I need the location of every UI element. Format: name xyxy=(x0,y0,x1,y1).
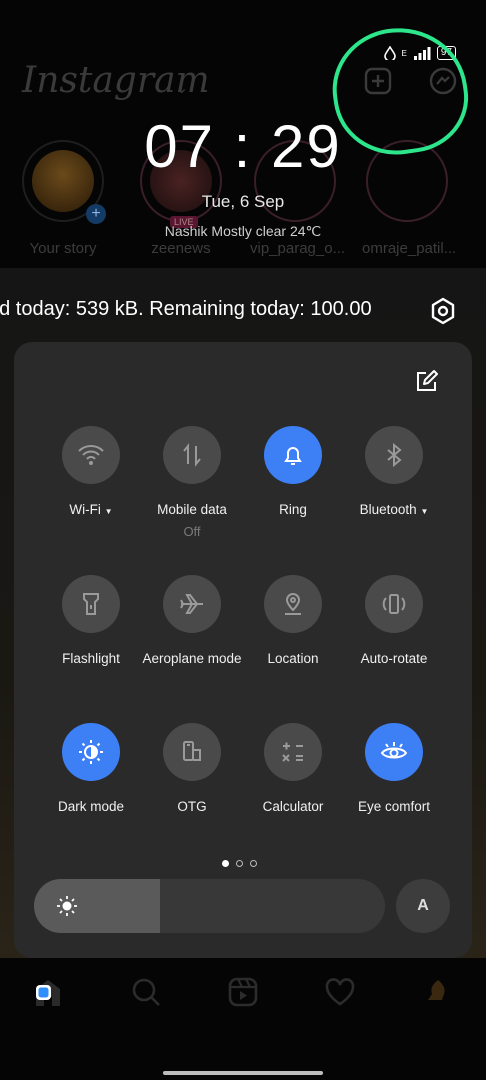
dropdown-caret-icon: ▼ xyxy=(104,507,113,516)
airplane-icon xyxy=(163,575,221,633)
tile-bluetooth[interactable]: Bluetooth ▼ xyxy=(339,426,449,520)
story-label: omraje_patil... xyxy=(362,240,457,257)
tile-calculator[interactable]: Calculator xyxy=(238,723,348,815)
tile-auto-rotate[interactable]: Auto-rotate xyxy=(339,575,449,667)
wifi-icon xyxy=(62,426,120,484)
tile-label: Flashlight xyxy=(62,651,120,666)
data-usage-text: ed today: 539 kB. Remaining today: 100.0… xyxy=(0,298,372,320)
tile-label: Aeroplane mode xyxy=(142,651,242,666)
tile-otg[interactable]: OTG xyxy=(137,723,247,815)
eye-icon xyxy=(365,723,423,781)
dark-mode-icon xyxy=(62,723,120,781)
story-label: vip_parag_o... xyxy=(250,240,346,257)
bottom-navigation xyxy=(0,968,486,1018)
data-usage-bar: ed today: 539 kB. Remaining today: 100.0… xyxy=(0,288,486,334)
page-dot[interactable] xyxy=(236,860,243,867)
tile-label: Dark mode xyxy=(57,799,125,814)
brightness-fill xyxy=(34,879,161,933)
tile-flashlight[interactable]: Flashlight xyxy=(36,575,146,667)
edit-icon[interactable] xyxy=(414,370,438,394)
dropdown-caret-icon: ▼ xyxy=(420,507,429,516)
brightness-slider[interactable] xyxy=(34,879,385,933)
gesture-home-bar[interactable] xyxy=(163,1071,323,1075)
otg-icon xyxy=(163,723,221,781)
auto-rotate-icon xyxy=(365,575,423,633)
settings-icon[interactable] xyxy=(428,296,458,326)
tile-label: Ring xyxy=(279,502,307,517)
bluetooth-icon xyxy=(365,426,423,484)
tile-label: OTG xyxy=(177,799,207,814)
tile-label: Bluetooth xyxy=(359,502,417,517)
date: Tue, 6 Sep xyxy=(201,192,285,211)
bell-icon xyxy=(264,426,322,484)
weather: Nashik Mostly clear 24℃ xyxy=(164,223,322,239)
story-label: Your story xyxy=(29,240,97,257)
chevron-down-icon: ⌄ xyxy=(175,80,189,97)
page-indicator[interactable] xyxy=(222,860,257,867)
tile-label: Wi-Fi xyxy=(69,502,101,517)
search-icon[interactable] xyxy=(130,976,162,1008)
page-dot[interactable] xyxy=(250,860,257,867)
tile-label: Mobile data xyxy=(157,502,227,517)
page-dot[interactable] xyxy=(222,860,229,867)
tile-mobile-data[interactable]: Mobile data Off xyxy=(137,426,247,539)
story-label: zeenews xyxy=(151,240,211,257)
heart-icon[interactable] xyxy=(324,976,356,1008)
tile-label: Calculator xyxy=(262,799,324,814)
reels-icon[interactable] xyxy=(227,976,259,1008)
tile-location[interactable]: Location xyxy=(238,575,348,667)
auto-brightness-button[interactable]: A xyxy=(396,879,450,933)
tile-dark-mode[interactable]: Dark mode xyxy=(36,723,146,815)
profile-icon[interactable] xyxy=(422,976,454,1008)
tile-sublabel: Off xyxy=(183,524,201,539)
location-icon xyxy=(264,575,322,633)
mobile-data-icon xyxy=(163,426,221,484)
calculator-icon xyxy=(264,723,322,781)
flashlight-icon xyxy=(62,575,120,633)
tile-label: Auto-rotate xyxy=(360,651,428,666)
quick-settings-panel: Wi-Fi ▼ Mobile data Off Ring Bluetooth ▼… xyxy=(14,342,472,958)
tile-label: Location xyxy=(267,651,319,666)
tile-eye-comfort[interactable]: Eye comfort xyxy=(339,723,449,815)
home-icon[interactable] xyxy=(32,976,64,1008)
sun-icon xyxy=(57,896,77,916)
tile-label: Eye comfort xyxy=(357,799,431,814)
tile-wifi[interactable]: Wi-Fi ▼ xyxy=(36,426,146,520)
tile-aeroplane-mode[interactable]: Aeroplane mode xyxy=(137,575,247,667)
tile-ring[interactable]: Ring xyxy=(238,426,348,518)
